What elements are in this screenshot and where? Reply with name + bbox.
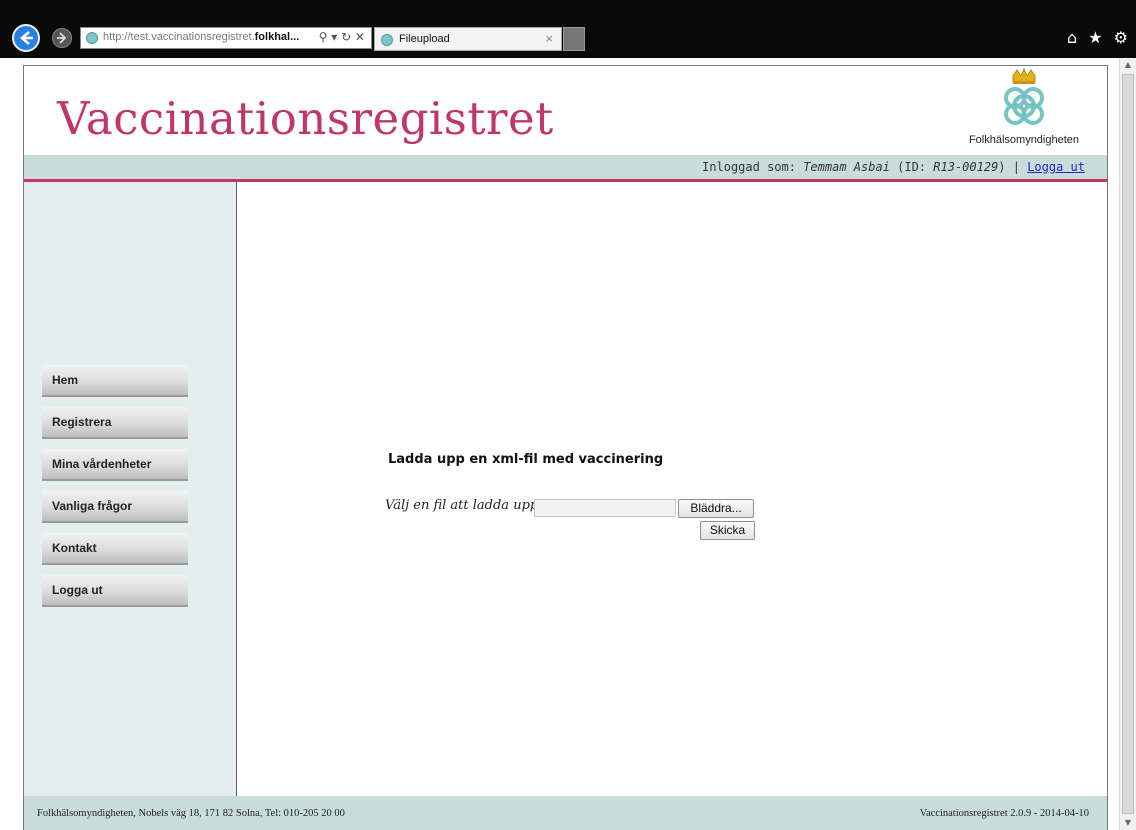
user-bar: Inloggad som: Temmam Asbai (ID: R13-0012… <box>24 155 1107 182</box>
file-path-input[interactable] <box>534 499 676 517</box>
back-button[interactable] <box>12 24 40 52</box>
sidebar-item-mina-vardenheter[interactable]: Mina vårdenheter <box>42 449 188 481</box>
address-tools[interactable]: ⚲ ▾ ↻ ✕ <box>319 30 365 44</box>
sidebar-item-vanliga-fragor[interactable]: Vanliga frågor <box>42 491 188 523</box>
scroll-thumb[interactable] <box>1122 74 1134 814</box>
page-frame: Vaccinationsregistret Folkhälsomyndighet… <box>23 65 1108 830</box>
scroll-up-arrow-icon[interactable]: ▲ <box>1120 58 1136 72</box>
upload-heading: Ladda upp en xml-fil med vaccinering <box>388 452 664 467</box>
scroll-down-arrow-icon[interactable]: ▼ <box>1120 816 1136 830</box>
user-name: Temmam Asbai <box>803 160 890 174</box>
browse-button[interactable]: Bläddra... <box>678 499 754 518</box>
logged-in-info: Inloggad som: Temmam Asbai (ID: R13-0012… <box>702 160 1085 174</box>
submit-button[interactable]: Skicka <box>700 521 755 540</box>
tab-close-icon[interactable]: × <box>545 31 553 46</box>
footer-version: Vaccinationsregistret 2.0.9 - 2014-04-10 <box>919 808 1089 819</box>
arrow-left-icon <box>20 31 33 45</box>
sidebar-item-hem[interactable]: Hem <box>42 365 188 397</box>
favorites-star-icon[interactable]: ★ <box>1088 28 1102 47</box>
tab-label: Fileupload <box>399 33 450 45</box>
file-select-label: Välj en fil att ladda upp: <box>385 498 543 513</box>
footer-address: Folkhälsomyndigheten, Nobels väg 18, 171… <box>37 808 345 819</box>
settings-gear-icon[interactable]: ⚙ <box>1114 28 1128 47</box>
sidebar-item-registrera[interactable]: Registrera <box>42 407 188 439</box>
url-text: http://test.vaccinationsregistret.folkha… <box>103 31 300 43</box>
site-favicon-icon <box>86 32 98 44</box>
new-tab-button[interactable] <box>563 27 585 51</box>
address-bar[interactable]: http://test.vaccinationsregistret.folkha… <box>80 27 372 49</box>
sidebar: Hem Registrera Mina vårdenheter Vanliga … <box>24 182 237 796</box>
browser-toolbar-right: ⌂ ★ ⚙ <box>1061 28 1128 47</box>
folkhalsomyndigheten-logo: Folkhälsomyndigheten <box>959 68 1089 150</box>
crown-knot-logo-icon <box>1004 68 1044 125</box>
forward-button[interactable] <box>52 28 72 48</box>
home-icon[interactable]: ⌂ <box>1067 28 1077 47</box>
sidebar-item-logga-ut[interactable]: Logga ut <box>42 575 188 607</box>
sidebar-item-kontakt[interactable]: Kontakt <box>42 533 188 565</box>
browser-chrome: http://test.vaccinationsregistret.folkha… <box>0 0 1136 58</box>
arrow-right-icon <box>57 32 67 44</box>
footer: Folkhälsomyndigheten, Nobels väg 18, 171… <box>24 796 1107 830</box>
logo-text: Folkhälsomyndigheten <box>968 134 1080 146</box>
site-title: Vaccinationsregistret <box>57 92 554 145</box>
logout-link[interactable]: Logga ut <box>1027 160 1085 174</box>
user-id: R13-00129 <box>933 160 999 174</box>
vertical-scrollbar[interactable]: ▲ ▼ <box>1119 58 1136 830</box>
tab-favicon-icon <box>381 34 393 46</box>
tab-fileupload[interactable]: Fileupload × <box>374 27 562 51</box>
